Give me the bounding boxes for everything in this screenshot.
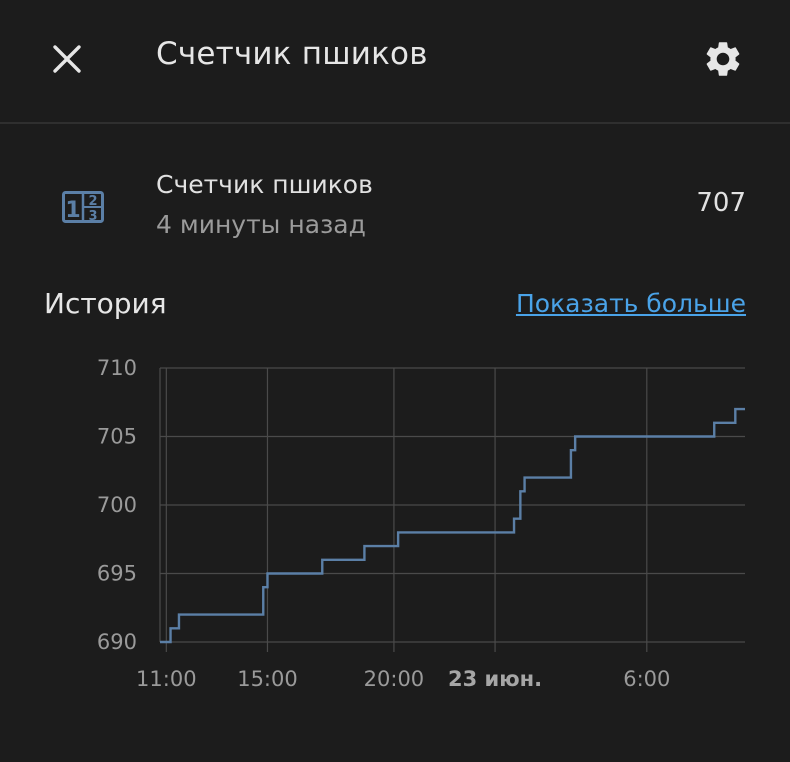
entity-row[interactable]: 1 2 3 Счетчик пшиков 4 минуты назад 707 <box>0 160 790 250</box>
show-more-link[interactable]: Показать больше <box>516 289 746 318</box>
entity-state: 707 <box>696 188 746 218</box>
history-chart[interactable]: 710 705 700 695 690 11:00 15:00 20:00 23 июн. 6:… <box>0 340 790 710</box>
y-tick-label: 700 <box>97 493 137 517</box>
gear-icon <box>706 42 740 76</box>
series-line <box>160 407 745 644</box>
close-icon <box>53 45 81 73</box>
entity-name: Счетчик пшиков <box>156 170 373 199</box>
chart-grid <box>159 367 745 652</box>
history-title: История <box>44 287 167 320</box>
close-button[interactable] <box>44 36 90 82</box>
y-tick-label: 705 <box>97 425 137 449</box>
y-tick-label: 710 <box>97 356 137 380</box>
svg-text:1: 1 <box>65 198 80 223</box>
dialog-title: Счетчик пшиков <box>156 36 428 72</box>
x-tick-label: 11:00 <box>136 667 197 691</box>
x-tick-label: 15:00 <box>237 667 298 691</box>
x-tick-label: 20:00 <box>364 667 425 691</box>
y-axis: 710 705 700 695 690 <box>97 356 137 654</box>
x-tick-label: 6:00 <box>623 667 670 691</box>
x-tick-label: 23 июн. <box>448 667 542 691</box>
entity-last-changed: 4 минуты назад <box>156 210 366 239</box>
dialog-header: Счетчик пшиков <box>0 0 790 124</box>
y-tick-label: 690 <box>97 630 137 654</box>
settings-button[interactable] <box>700 36 746 82</box>
y-tick-label: 695 <box>97 562 137 586</box>
counter-icon: 1 2 3 <box>62 191 104 223</box>
x-axis: 11:00 15:00 20:00 23 июн. 6:00 <box>136 667 670 691</box>
svg-text:3: 3 <box>88 209 97 223</box>
svg-text:2: 2 <box>88 194 97 209</box>
chart-series <box>159 407 745 644</box>
